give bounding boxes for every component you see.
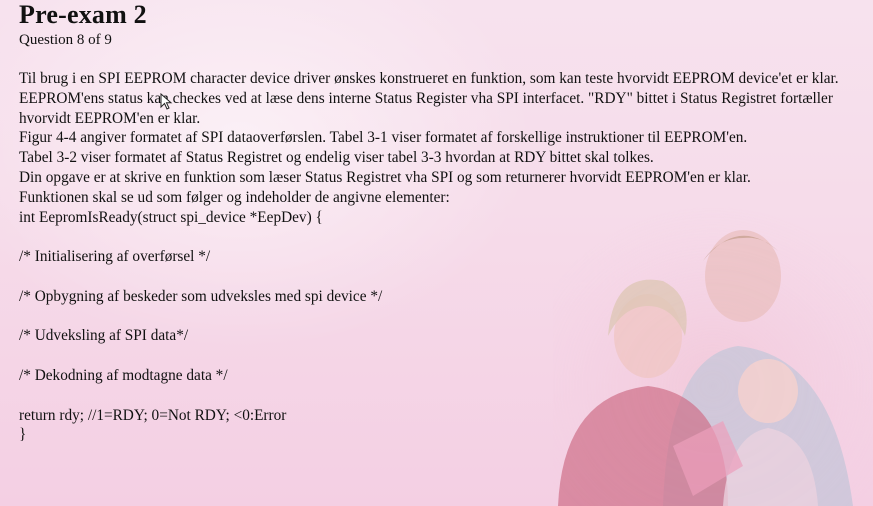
question-paragraph: Figur 4-4 angiver formatet af SPI dataov…: [19, 129, 748, 147]
mouse-pointer-icon: [160, 93, 173, 110]
question-paragraph: Funktionen skal se ud som følger og inde…: [19, 188, 450, 206]
question-paragraph: Tabel 3-2 viser formatet af Status Regis…: [19, 149, 654, 167]
question-panel: Pre-exam 2 Question 8 of 9 Til brug i en…: [19, 0, 859, 445]
page-title: Pre-exam 2: [19, 0, 147, 29]
question-paragraph: EEPROM'ens status kan checkes ved at læs…: [19, 89, 837, 127]
question-text: Til brug i en SPI EEPROM character devic…: [19, 69, 859, 445]
question-paragraph: Til brug i en SPI EEPROM character devic…: [19, 70, 839, 87]
code-return-line: return rdy; //1=RDY; 0=Not RDY; <0:Error: [19, 406, 287, 424]
question-progress: Question 8 of 9: [19, 32, 112, 48]
code-signature: int EepromIsReady(struct spi_device *Eep…: [19, 208, 323, 226]
code-comment-exchange: /* Udveksling af SPI data*/: [19, 327, 189, 345]
question-paragraph: Din opgave er at skrive en funktion som …: [19, 168, 751, 186]
code-comment-decode: /* Dekodning af modtagne data */: [19, 366, 228, 384]
code-comment-build: /* Opbygning af beskeder som udveksles m…: [19, 287, 383, 305]
code-comment-init: /* Initialisering af overførsel */: [19, 248, 211, 266]
code-closing-brace: }: [19, 426, 27, 444]
